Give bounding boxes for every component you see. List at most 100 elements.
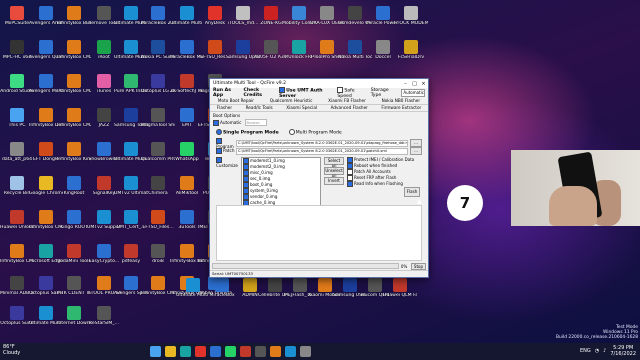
toolbar: Run As App Check Credits Use UMT Auth Se… [210, 87, 428, 99]
partition-name: boot_0.img [250, 182, 273, 187]
progress-bar [212, 263, 399, 269]
boot-options-label: Boot Options [213, 113, 241, 118]
taskbar-app-icon[interactable] [165, 346, 176, 357]
single-program-mode-radio[interactable]: Single Program Mode [216, 129, 279, 136]
taskbar: 86°F Cloudy ENG ◔ ♪ 5:29 PM 7/16/2022 [0, 343, 640, 360]
taskbar-app-icon[interactable] [270, 346, 281, 357]
app-icon [318, 278, 332, 292]
flash-option-label: Read Info when Flashing [354, 181, 403, 186]
automatic-checkbox[interactable]: Automatic [213, 119, 242, 126]
multi-mode-label: Multi Program Mode [295, 130, 342, 136]
checkbox-icon [279, 87, 286, 94]
partition-name: modemst2_0.img [250, 164, 285, 169]
flash-option-label: Protect IMEI / Calibration Data [354, 157, 415, 162]
language-indicator[interactable]: ENG [580, 348, 591, 354]
customize-label: Customize [216, 163, 238, 168]
browse-field[interactable]: Browse [245, 119, 268, 126]
flash-button[interactable]: Flash [404, 187, 420, 197]
flash-option-label: Reboot when finished [354, 163, 398, 168]
tab-moto-boot-repair[interactable]: Moto Boot Repair [218, 98, 254, 104]
program-browse-button[interactable]: … [410, 139, 422, 147]
browse-placeholder: Browse [246, 121, 260, 125]
tab-xiaomi-fb-flasher[interactable]: Xiaomi FB Flasher [328, 98, 366, 104]
run-as-app-button[interactable]: Run As App [213, 88, 238, 98]
tabs-row-1: Moto Boot Repair Qualcomm Heuristic Xiao… [210, 98, 428, 105]
invert-button[interactable]: Invert [324, 177, 344, 185]
partition-name: system_0.img [250, 188, 278, 193]
taskbar-app-icon[interactable] [150, 346, 161, 357]
maximize-icon[interactable]: □ [410, 81, 419, 87]
patch-row: Patch C:\UMT\tool\QcFire\Parts\unknown_S… [210, 147, 428, 155]
multi-program-mode-radio[interactable]: Multi Program Mode [288, 129, 342, 136]
app-icon [243, 278, 257, 292]
progress-percent: 0% [400, 263, 408, 269]
tab-advanced-flasher[interactable]: Advanced Flasher [331, 105, 368, 111]
tab-read-ic-tools[interactable]: Read/Ic Tools [246, 105, 273, 111]
taskbar-apps [150, 346, 311, 357]
watermark-line-3: Build 22000.co_release.210604-1628 [555, 335, 638, 340]
taskbar-app-icon[interactable] [240, 346, 251, 357]
program-path-field[interactable]: C:\UMT\tool\QcFire\Parts\unknown_System … [236, 139, 408, 147]
minimize-icon[interactable]: – [401, 81, 410, 87]
clock[interactable]: 5:29 PM 7/16/2022 [610, 345, 636, 357]
tab-nokia-nb0-flasher[interactable]: Nokia NB0 Flasher [382, 98, 420, 104]
flash-option-label: Reset FRP after Flash [354, 175, 397, 180]
tab-flasher[interactable]: Flasher [217, 105, 232, 111]
progress-row: 0% Stop [212, 262, 426, 270]
weather-widget[interactable]: 86°F Cloudy [3, 344, 20, 356]
taskbar-app-icon[interactable] [255, 346, 266, 357]
chevron-up-icon[interactable]: ▲ [417, 198, 424, 205]
taskbar-app-icon[interactable] [210, 346, 221, 357]
app-icon [293, 278, 307, 292]
tab-xiaomi-special[interactable]: Xiaomi Special [286, 105, 317, 111]
taskbar-app-icon[interactable] [225, 346, 236, 357]
taskbar-app-icon[interactable] [195, 346, 206, 357]
program-checkbox[interactable]: Program [216, 137, 236, 149]
app-icon [215, 278, 229, 292]
app-icon [343, 278, 357, 292]
webcam-overlay [511, 150, 640, 226]
single-mode-label: Single Program Mode [223, 130, 279, 136]
desktop-icon[interactable]: Huawei QLM Fastboot... [383, 276, 417, 308]
taskbar-app-icon[interactable] [300, 346, 311, 357]
wifi-icon[interactable]: ◔ [595, 348, 599, 354]
umt-qcfire-window: Ultimate Multi Tool - QcFire v9.2 – □ × … [209, 78, 429, 278]
clock-widget: 7 [447, 185, 483, 221]
radio-icon [216, 129, 222, 136]
checkbox-icon [216, 148, 222, 154]
partition-name: misc_0.img [250, 170, 273, 175]
storage-type-select[interactable]: Automatic [401, 89, 425, 97]
tabs-row-2: Flasher Read/Ic Tools Xiaomi Special Adv… [210, 105, 428, 112]
taskbar-app-icon[interactable] [285, 346, 296, 357]
patch-path-field[interactable]: C:\UMT\tool\QcFire\Parts\unknown_System … [236, 147, 408, 155]
patch-label: Patch [223, 148, 235, 153]
tab-firmware-extractor[interactable]: Firmware Extractor [381, 105, 421, 111]
hand-image [549, 186, 597, 226]
taskbar-app-icon[interactable] [180, 346, 191, 357]
checkbox-icon [213, 119, 219, 126]
patch-checkbox[interactable]: Patch [216, 148, 236, 154]
stop-button[interactable]: Stop [410, 262, 426, 270]
volume-icon[interactable]: ♪ [603, 348, 606, 354]
automatic-label: Automatic [220, 119, 242, 125]
check-credits-button[interactable]: Check Credits [243, 88, 274, 98]
partition-name: sec_0.img [250, 176, 271, 181]
program-mode-group: Single Program Mode Multi Program Mode [210, 126, 428, 139]
tab-qualcomm-heuristic[interactable]: Qualcomm Heuristic [270, 98, 313, 104]
partition-name: modemst1_0.img [250, 158, 285, 163]
app-icon [186, 278, 200, 292]
flash-option-label: Patch All Accounts [354, 169, 391, 174]
radio-icon [288, 129, 295, 136]
automatic-row: Automatic Browse [210, 119, 428, 126]
partition-name: vendor_0.img [250, 194, 278, 199]
select-all-button[interactable]: Select All [324, 157, 344, 169]
close-icon[interactable]: × [419, 81, 428, 87]
date-text: 7/16/2022 [610, 351, 636, 357]
system-tray: ENG ◔ ♪ 5:29 PM 7/16/2022 [580, 345, 636, 357]
app-icon [368, 278, 382, 292]
weather-desc: Cloudy [3, 350, 21, 356]
status-bar: Serial: UMT00750133 [210, 270, 428, 277]
patch-browse-button[interactable]: … [410, 147, 422, 155]
unselect-all-button[interactable]: Unselect All [324, 167, 344, 179]
log-output [216, 205, 422, 261]
